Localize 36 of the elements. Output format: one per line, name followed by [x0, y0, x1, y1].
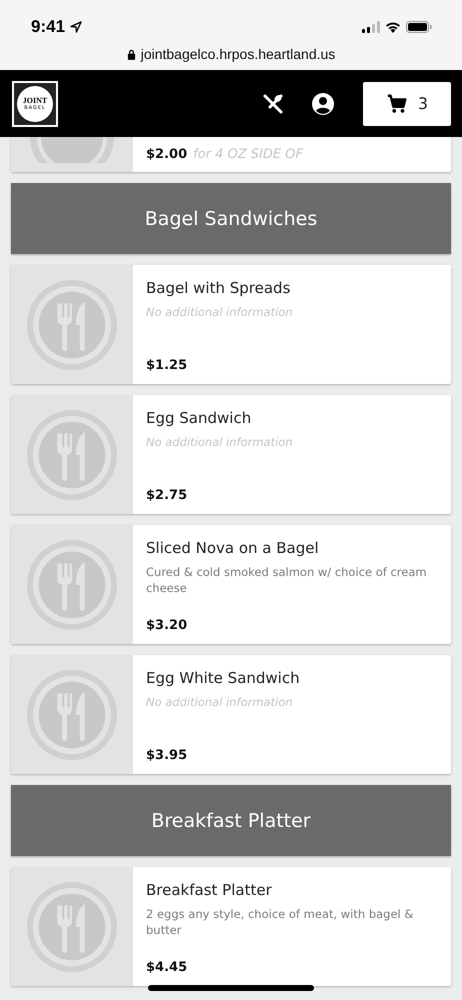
item-price: $3.95 [146, 748, 188, 763]
signal-icon [362, 21, 380, 33]
clock-time: 9:41 [31, 17, 66, 37]
price-note: for 4 OZ SIDE OF [193, 147, 303, 162]
menu-item-card[interactable]: $2.00 for 4 OZ SIDE OF [11, 137, 451, 172]
item-name: Bagel with Spreads [146, 279, 292, 297]
item-price: $3.20 [146, 618, 188, 633]
section-header: Breakfast Platter [11, 785, 451, 856]
item-description: No additional information [146, 434, 294, 450]
url-text[interactable]: jointbagelco.hrpos.heartland.us [140, 46, 336, 62]
wifi-icon [385, 21, 401, 33]
user-icon[interactable] [311, 92, 335, 116]
item-name: Egg White Sandwich [146, 669, 301, 687]
item-price: $2.00 [146, 147, 188, 162]
lock-icon [126, 48, 136, 60]
section-header: Bagel Sandwiches [11, 183, 451, 254]
item-description: 2 eggs any style, choice of meat, with bagel & butter [146, 906, 414, 938]
menu-item-card[interactable]: Egg Sandwich No additional information $2.75 [11, 395, 451, 514]
item-name: Breakfast Platter [146, 881, 273, 899]
cart-icon [386, 92, 408, 114]
menu-item-card[interactable]: Breakfast Platter 2 eggs any style, choice of meat, with bagel & butter $4.45 [11, 867, 451, 986]
item-price: $1.25 [146, 358, 188, 373]
item-price: $2.75 [146, 488, 188, 503]
fork-spoon-icon[interactable] [261, 92, 285, 116]
item-description: No additional information [146, 304, 294, 320]
cart-button[interactable]: 3 [363, 82, 451, 126]
menu-item-card[interactable]: Egg White Sandwich No additional information $3.95 [11, 655, 451, 774]
item-description: Cured & cold smoked salmon w/ choice of cream cheese [146, 564, 428, 596]
menu-item-card[interactable]: Sliced Nova on a Bagel Cured & cold smoked salmon w/ choice of cream cheese $3.20 [11, 525, 451, 644]
battery-icon [406, 21, 432, 33]
item-name: Sliced Nova on a Bagel [146, 539, 320, 557]
item-price: $4.45 [146, 960, 188, 975]
item-description: No additional information [146, 694, 294, 710]
location-arrow-icon [70, 21, 82, 33]
item-name: Egg Sandwich [146, 409, 252, 427]
menu-item-card[interactable]: Bagel with Spreads No additional information $1.25 [11, 265, 451, 384]
